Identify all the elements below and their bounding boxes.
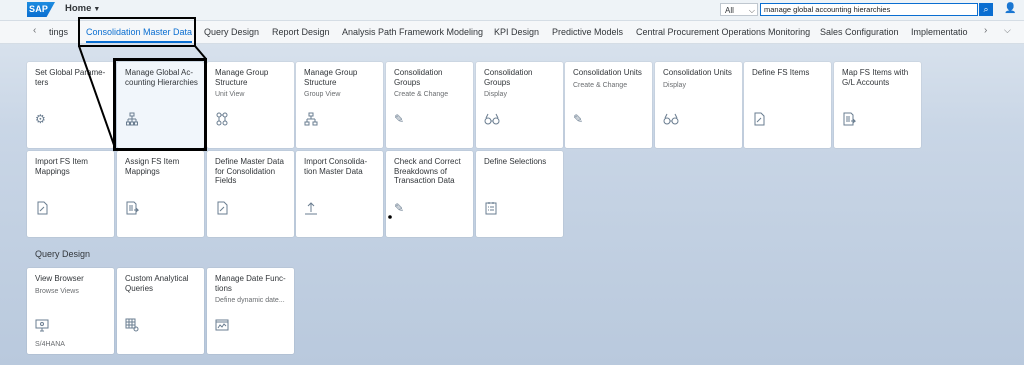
annotation-connector-lines <box>78 45 392 219</box>
